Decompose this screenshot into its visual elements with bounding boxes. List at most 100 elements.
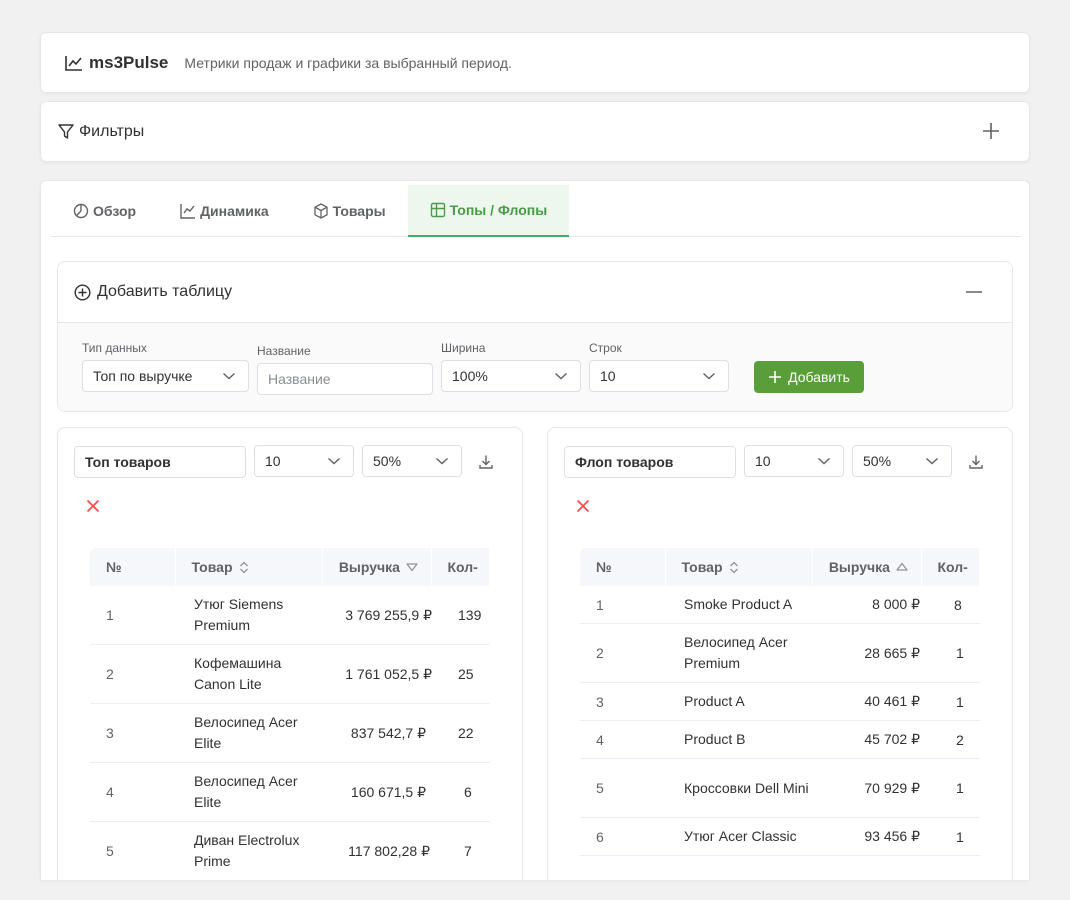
table-row[interactable]: 3 Велосипед Acer Elite 837 542,7 ₽ 22 <box>90 704 490 763</box>
tab-dynamics[interactable]: Динамика <box>158 185 291 237</box>
column-label: Товар <box>681 559 723 575</box>
table-row[interactable]: 5 Кроссовки Dell Mini 70 929 ₽ 1 <box>580 759 980 818</box>
cell-revenue: 93 456 ₽ <box>864 828 920 844</box>
plus-icon <box>769 371 782 383</box>
cell-revenue: 40 461 ₽ <box>864 693 920 709</box>
cell-index: 5 <box>106 843 114 859</box>
rows-field: Строк 10 <box>589 341 729 392</box>
brand: ms3Pulse <box>65 53 168 73</box>
app-header: ms3Pulse Метрики продаж и графики за выб… <box>40 32 1030 93</box>
plus-icon[interactable] <box>981 121 1001 141</box>
download-icon[interactable] <box>968 454 984 470</box>
header-subtitle: Метрики продаж и графики за выбранный пе… <box>184 54 512 71</box>
rows-select[interactable]: 10 <box>744 445 844 477</box>
data-table: № Товар Выручка Кол- 1 Утюг Siemens Prem… <box>90 548 490 880</box>
cell-revenue: 837 542,7 ₽ <box>350 724 426 741</box>
download-icon[interactable] <box>478 454 494 470</box>
cell-index: 6 <box>596 828 604 845</box>
rows-select[interactable]: 10 <box>589 360 729 392</box>
cell-revenue: 8 000 ₽ <box>872 596 920 612</box>
width-select[interactable]: 50% <box>362 445 462 477</box>
cell-index: 5 <box>596 780 604 796</box>
table-row[interactable]: 4 Product B 45 702 ₽ 2 <box>580 721 980 759</box>
table-title-input[interactable]: Топ товаров <box>74 446 246 478</box>
field-label: Строк <box>589 341 622 355</box>
table-row[interactable]: 6 Утюг Acer Classic 93 456 ₽ 1 <box>580 818 980 856</box>
cell-index: 2 <box>596 645 604 661</box>
data-type-select[interactable]: Топ по выручке <box>82 360 249 392</box>
cell-product: Велосипед Acer Premium <box>684 634 788 671</box>
sort-icon <box>729 561 738 573</box>
column-header-product[interactable]: Товар <box>176 548 323 586</box>
table-panel-top: Топ товаров 10 50% № Товар Выручка Кол- … <box>57 427 523 880</box>
add-table-form: Тип данных Топ по выручке Название Ширин… <box>58 323 1012 411</box>
column-header-revenue[interactable]: Выручка <box>813 548 922 586</box>
cell-product: Диван Electrolux Prime <box>194 832 300 869</box>
cell-index: 4 <box>596 731 604 748</box>
filters-title[interactable]: Фильтры <box>57 123 144 141</box>
tab-label: Динамика <box>200 203 269 219</box>
filters-label: Фильтры <box>79 122 145 140</box>
cell-index: 1 <box>106 607 114 623</box>
table-row[interactable]: 5 Диван Electrolux Prime 117 802,28 ₽ 7 <box>90 822 490 880</box>
select-value: 50% <box>373 453 402 469</box>
add-table-title: Добавить таблицу <box>97 283 233 300</box>
field-label: Тип данных <box>82 341 147 355</box>
data-type-field: Тип данных Топ по выручке <box>82 341 249 392</box>
cell-qty: 139 <box>458 607 482 623</box>
select-value: Топ по выручке <box>93 368 193 384</box>
cell-product: Smoke Product A <box>684 596 793 612</box>
cell-index: 1 <box>596 596 604 613</box>
select-value: 50% <box>863 453 892 469</box>
add-table-header[interactable]: Добавить таблицу <box>58 262 1012 323</box>
add-button-label: Добавить <box>788 369 850 385</box>
table-title-input[interactable]: Флоп товаров <box>564 446 736 478</box>
name-field: Название <box>257 344 433 395</box>
table-row[interactable]: 1 Утюг Siemens Premium 3 769 255,9 ₽ 139 <box>90 586 490 645</box>
add-button[interactable]: Добавить <box>754 361 864 393</box>
cell-revenue: 1 761 052,5 ₽ <box>345 665 432 682</box>
grid-icon <box>430 202 445 218</box>
cell-revenue: 28 665 ₽ <box>864 644 920 661</box>
cell-qty: 1 <box>956 645 964 661</box>
collapse-icon[interactable] <box>964 282 984 302</box>
rows-select[interactable]: 10 <box>254 445 354 477</box>
column-header-revenue[interactable]: Выручка <box>323 548 432 586</box>
cell-index: 4 <box>106 784 114 800</box>
column-label: Выручка <box>828 559 890 575</box>
tab-products[interactable]: Товары <box>291 185 408 237</box>
sort-asc-icon <box>896 562 908 571</box>
close-icon[interactable] <box>86 499 100 513</box>
table-row[interactable]: 3 Product A 40 461 ₽ 1 <box>580 683 980 721</box>
table-row[interactable]: 4 Велосипед Acer Elite 160 671,5 ₽ 6 <box>90 763 490 822</box>
cell-product: Product B <box>684 731 746 747</box>
select-value: 10 <box>265 453 281 469</box>
name-input[interactable] <box>257 363 433 395</box>
cell-qty: 6 <box>464 784 472 800</box>
cell-revenue: 3 769 255,9 ₽ <box>345 606 432 623</box>
width-select[interactable]: 100% <box>441 360 581 392</box>
width-select[interactable]: 50% <box>852 445 952 477</box>
cell-revenue: 70 929 ₽ <box>864 779 920 796</box>
cell-product: Утюг Acer Classic <box>684 828 797 844</box>
column-header-qty[interactable]: Кол- <box>922 548 980 586</box>
chevron-down-icon <box>223 372 235 380</box>
close-icon[interactable] <box>576 499 590 513</box>
chevron-down-icon <box>703 372 715 380</box>
cell-qty: 1 <box>956 780 964 796</box>
table-row[interactable]: 2 Кофемашина Canon Lite 1 761 052,5 ₽ 25 <box>90 645 490 704</box>
table-header: № Товар Выручка Кол- <box>580 548 980 586</box>
cell-qty: 22 <box>458 725 474 741</box>
table-row[interactable]: 1 Smoke Product A 8 000 ₽ 8 <box>580 586 980 624</box>
filter-icon <box>58 123 74 139</box>
sort-icon <box>239 561 248 573</box>
filters-panel[interactable]: Фильтры <box>40 101 1030 162</box>
column-header-product[interactable]: Товар <box>666 548 813 586</box>
table-row[interactable]: 2 Велосипед Acer Premium 28 665 ₽ 1 <box>580 624 980 683</box>
column-header-index: № <box>90 548 176 586</box>
column-header-qty[interactable]: Кол- <box>432 548 490 586</box>
tab-tops-flops[interactable]: Топы / Флопы <box>407 185 570 237</box>
pie-chart-icon <box>73 203 89 219</box>
cell-index: 3 <box>106 725 114 741</box>
tab-overview[interactable]: Обзор <box>51 185 158 237</box>
